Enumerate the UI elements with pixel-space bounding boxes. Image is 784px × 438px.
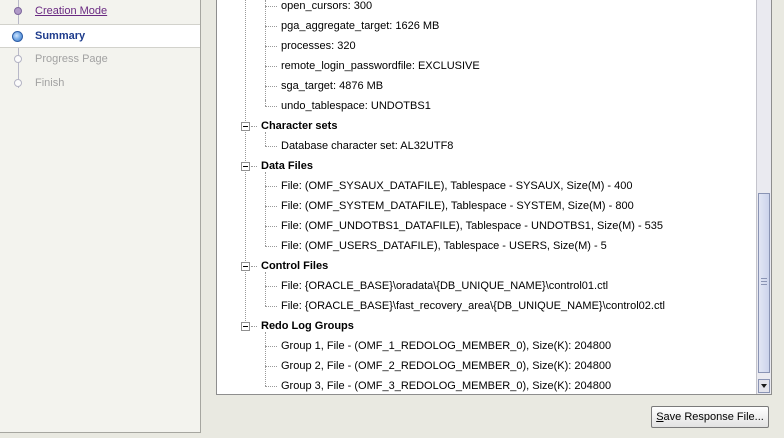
- scrollbar-grip: [761, 278, 767, 279]
- scroll-down-icon[interactable]: [758, 379, 770, 393]
- mnemonic-char: S: [656, 411, 664, 423]
- tree-connector: [265, 0, 266, 100]
- tree-item: File: {ORACLE_BASE}\fast_recovery_area\{…: [281, 300, 665, 312]
- step-pending-icon: [14, 55, 22, 63]
- step-summary: Summary: [0, 24, 200, 48]
- tree-item: processes: 320: [281, 40, 356, 52]
- tree-item: File: (OMF_SYSTEM_DATAFILE), Tablespace …: [281, 200, 634, 212]
- tree-connector: [251, 326, 257, 327]
- tree-item: File: (OMF_USERS_DATAFILE), Tablespace -…: [281, 240, 607, 252]
- tree-item: File: (OMF_UNDOTBS1_DATAFILE), Tablespac…: [281, 220, 664, 232]
- tree-item: File: (OMF_SYSAUX_DATAFILE), Tablespace …: [281, 180, 633, 192]
- step-label: Summary: [35, 30, 86, 42]
- tree-vertical-scrollbar[interactable]: [756, 0, 771, 394]
- tree-connector: [265, 366, 277, 367]
- step-label: Finish: [35, 77, 65, 89]
- tree-item: Database character set: AL32UTF8: [281, 140, 454, 152]
- tree-connector: [265, 146, 277, 147]
- tree-connector: [265, 26, 277, 27]
- tree-connector: [265, 346, 277, 347]
- scrollbar-grip: [761, 281, 767, 282]
- tree-connector: [245, 0, 246, 321]
- tree-connector: [251, 166, 257, 167]
- collapse-toggle-icon[interactable]: [241, 122, 250, 131]
- tree-connector: [265, 172, 266, 246]
- tree-connector: [265, 286, 277, 287]
- tree-connector: [251, 126, 257, 127]
- tree-item: remote_login_passwordfile: EXCLUSIVE: [281, 60, 480, 72]
- step-creation-mode[interactable]: Creation Mode: [0, 0, 200, 24]
- tree-connector: [265, 86, 277, 87]
- step-pending-icon: [14, 79, 22, 87]
- scrollbar-grip: [761, 284, 767, 285]
- tree-connector: [265, 186, 277, 187]
- tree-connector: [265, 226, 277, 227]
- tree-category-character-sets[interactable]: Character sets: [261, 116, 337, 136]
- step-label[interactable]: Creation Mode: [35, 5, 107, 17]
- tree-category-control-files[interactable]: Control Files: [261, 256, 328, 276]
- tree-item: Group 3, File - (OMF_3_REDOLOG_MEMBER_0)…: [281, 380, 612, 392]
- tree-connector: [265, 246, 277, 247]
- tree-connector: [265, 306, 277, 307]
- tree-connector: [265, 106, 277, 107]
- step-finish: Finish: [0, 72, 200, 96]
- collapse-toggle-icon[interactable]: [241, 322, 250, 331]
- tree-connector: [265, 272, 266, 306]
- button-label: ave Response File...: [663, 411, 764, 423]
- tree-connector: [265, 206, 277, 207]
- tree-category-redo-log-groups[interactable]: Redo Log Groups: [261, 316, 354, 336]
- tree-connector: [265, 332, 266, 386]
- tree-item: sga_target: 4876 MB: [281, 80, 384, 92]
- tree-item: pga_aggregate_target: 1626 MB: [281, 20, 440, 32]
- tree-category-data-files[interactable]: Data Files: [261, 156, 313, 176]
- step-done-icon: [14, 7, 22, 15]
- scrollbar-thumb[interactable]: [758, 193, 770, 373]
- collapse-toggle-icon[interactable]: [241, 162, 250, 171]
- wizard-steps-panel: Creation Mode Summary Progress Page Fini…: [0, 0, 201, 433]
- tree-item: Group 1, File - (OMF_1_REDOLOG_MEMBER_0)…: [281, 340, 612, 352]
- summary-tree[interactable]: open_cursors: 300 pga_aggregate_target: …: [216, 0, 772, 395]
- step-label: Progress Page: [35, 53, 108, 65]
- step-progress-page: Progress Page: [0, 48, 200, 72]
- tree-connector: [251, 266, 257, 267]
- tree-connector: [265, 66, 277, 67]
- collapse-toggle-icon[interactable]: [241, 262, 250, 271]
- tree-item: open_cursors: 300: [281, 0, 373, 12]
- tree-item: undo_tablespace: UNDOTBS1: [281, 100, 431, 112]
- tree-item: Group 2, File - (OMF_2_REDOLOG_MEMBER_0)…: [281, 360, 612, 372]
- tree-connector: [265, 132, 266, 146]
- tree-connector: [265, 46, 277, 47]
- save-response-file-button[interactable]: Save Response File...: [651, 406, 769, 428]
- step-current-icon: [12, 31, 23, 42]
- tree-connector: [265, 100, 266, 106]
- tree-item: File: {ORACLE_BASE}\oradata\{DB_UNIQUE_N…: [281, 280, 609, 292]
- tree-connector: [265, 6, 277, 7]
- tree-connector: [265, 386, 277, 387]
